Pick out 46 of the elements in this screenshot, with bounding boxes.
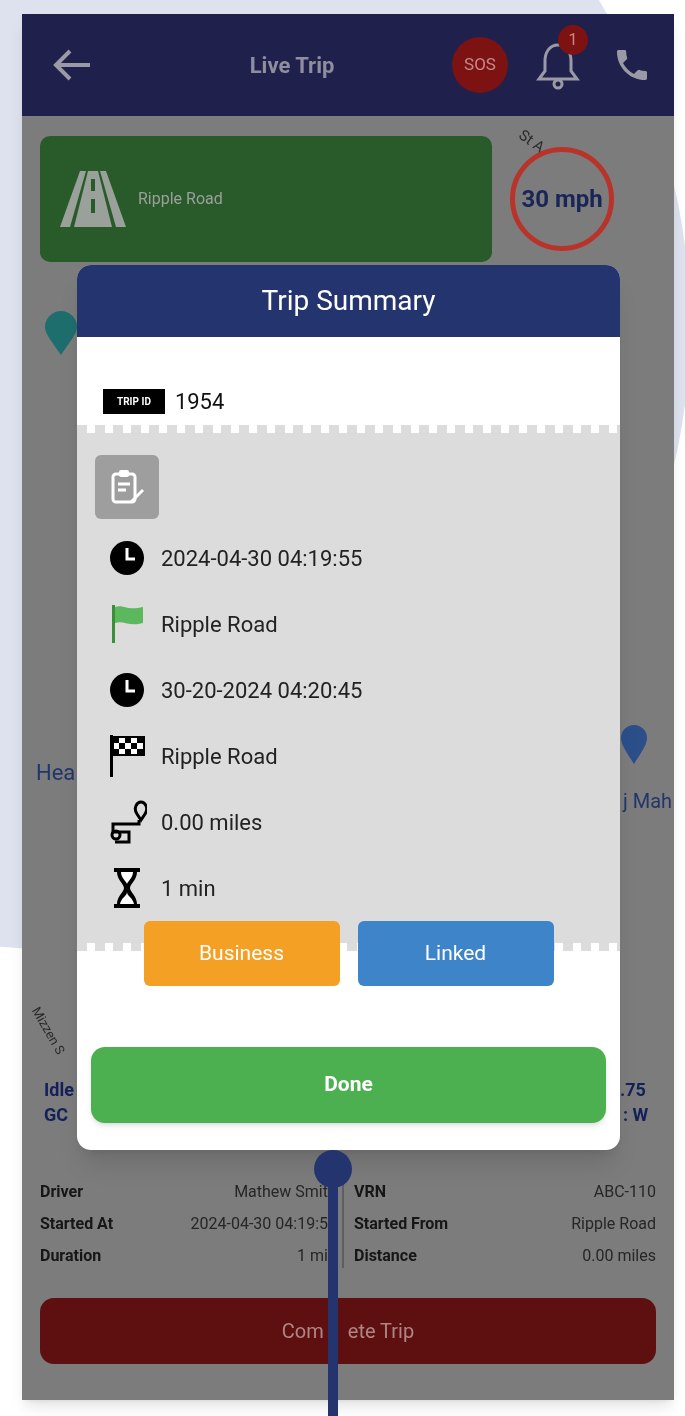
flag-icon bbox=[109, 603, 145, 645]
map-label: .75 bbox=[620, 1078, 646, 1102]
road-icon bbox=[58, 171, 128, 227]
trip-detail: 1 min bbox=[161, 874, 216, 903]
map-label: GC bbox=[44, 1103, 69, 1127]
clipboard-edit-icon bbox=[110, 469, 144, 505]
hourglass-icon bbox=[111, 866, 143, 910]
clipboard-button[interactable] bbox=[95, 455, 159, 519]
trip-type-button[interactable]: Business bbox=[143, 921, 340, 986]
map-label: : W bbox=[623, 1103, 649, 1127]
trip-detail: 2024-04-30 04:19:55 bbox=[161, 544, 363, 573]
info-value: 0.00 miles bbox=[582, 1245, 656, 1267]
map-label: Hea bbox=[36, 759, 76, 787]
trip-detail: Ripple Road bbox=[161, 610, 278, 639]
map-pin-icon bbox=[620, 724, 648, 764]
trip-detail: 30-20-2024 04:20:45 bbox=[161, 676, 363, 705]
map-pin-icon bbox=[44, 311, 78, 355]
map-label: j Mah bbox=[623, 788, 673, 815]
info-value: ABC-110 bbox=[593, 1181, 656, 1203]
info-label: Duration bbox=[40, 1245, 102, 1267]
done-button[interactable]: Done bbox=[91, 1047, 606, 1123]
screen-title: Live Trip bbox=[249, 51, 335, 80]
info-value: Ripple Road bbox=[571, 1213, 656, 1235]
info-label: Started At bbox=[40, 1213, 114, 1235]
info-label: Driver bbox=[40, 1181, 83, 1203]
map-label: Idle bbox=[44, 1078, 74, 1102]
complete-trip-button[interactable]: Com ete Trip bbox=[40, 1298, 656, 1364]
sos-button[interactable]: SOS bbox=[452, 37, 508, 93]
trip-type-button[interactable]: Linked bbox=[357, 921, 554, 986]
info-value: Mathew Smit bbox=[234, 1181, 328, 1203]
checkered-flag-icon bbox=[108, 734, 146, 778]
road-name: Ripple Road bbox=[138, 188, 223, 210]
trip-detail: Ripple Road bbox=[161, 742, 278, 771]
trip-id-label: TRIP ID bbox=[103, 388, 165, 414]
back-arrow-icon[interactable] bbox=[52, 48, 92, 82]
info-label: Distance bbox=[354, 1245, 417, 1267]
info-label: Started From bbox=[354, 1213, 449, 1235]
trip-id: 1954 bbox=[174, 387, 225, 416]
clock-icon bbox=[109, 540, 145, 576]
info-value: 1 mi bbox=[297, 1245, 328, 1267]
trip-detail: 0.00 miles bbox=[161, 808, 263, 837]
notification-badge: 1 bbox=[558, 25, 588, 55]
info-value: 2024-04-30 04:19:5 bbox=[190, 1213, 328, 1235]
clock-icon bbox=[109, 672, 145, 708]
info-label: VRN bbox=[354, 1181, 386, 1203]
dialog-title: Trip Summary bbox=[261, 283, 436, 319]
